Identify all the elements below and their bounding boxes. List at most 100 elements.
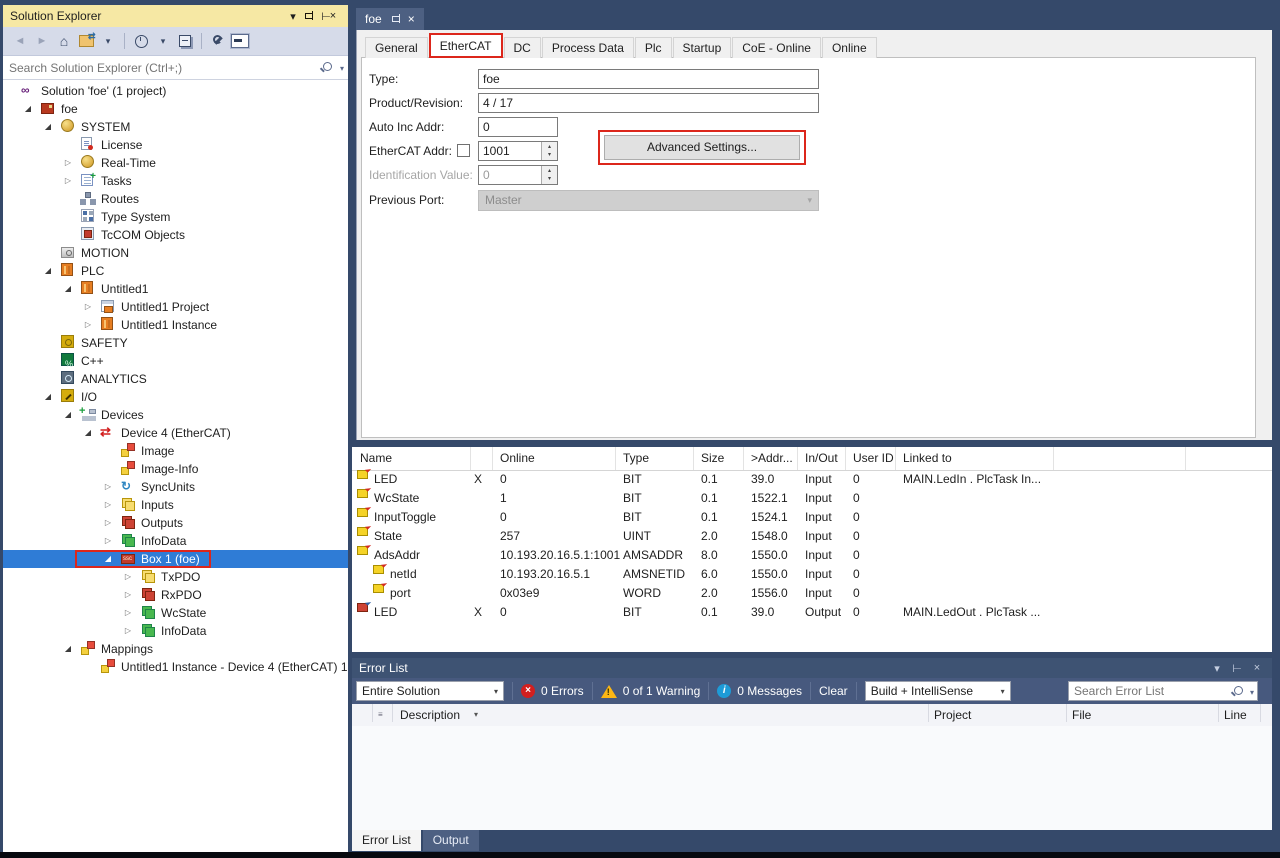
close-icon[interactable]: × [408, 12, 415, 26]
pin-icon[interactable]: ⊢ [305, 8, 321, 24]
home-icon[interactable]: ⌂ [54, 31, 74, 51]
tree-item-syncunits[interactable]: ▷SyncUnits [3, 478, 348, 496]
tab-general[interactable]: General [365, 37, 428, 58]
column-linked-to[interactable]: Linked to [903, 447, 952, 470]
tab-output[interactable]: Output [423, 830, 479, 851]
severity-filter-icon[interactable]: ≡ [378, 704, 383, 726]
column-separator[interactable] [895, 447, 896, 470]
expander-collapsed-icon[interactable]: ▷ [121, 604, 135, 622]
clear-button[interactable]: Clear [819, 684, 848, 698]
tree-item-plc[interactable]: ◢PLC [3, 262, 348, 280]
collapse-all-icon[interactable] [175, 31, 195, 51]
expander-expanded-icon[interactable]: ◢ [21, 100, 35, 118]
tab-online[interactable]: Online [822, 37, 877, 58]
auto-inc-addr-field[interactable] [478, 117, 558, 137]
variable-row-adsaddr[interactable]: AdsAddr10.193.20.16.5.1:1001AMSADDR8.015… [352, 546, 1272, 565]
expander-collapsed-icon[interactable]: ▷ [101, 514, 115, 532]
close-icon[interactable]: × [1249, 660, 1265, 676]
tab-error-list[interactable]: Error List [352, 830, 421, 851]
forward-icon[interactable]: ► [32, 31, 52, 51]
expander-expanded-icon[interactable]: ◢ [61, 640, 75, 658]
ethercat-addr-stepper[interactable]: 1001 ▴▾ [478, 141, 558, 161]
tab-coe-online[interactable]: CoE - Online [732, 37, 821, 58]
tree-item-tccom-objects[interactable]: TcCOM Objects [3, 226, 348, 244]
properties-wrench-icon[interactable] [208, 31, 228, 51]
column-size[interactable]: Size [701, 447, 724, 470]
tree-item-foe[interactable]: ◢foe [3, 100, 348, 118]
variable-row-netid[interactable]: netId10.193.20.16.5.1AMSNETID6.01550.0In… [352, 565, 1272, 584]
tree-item-i-o[interactable]: ◢I/O [3, 388, 348, 406]
column-separator[interactable] [1053, 447, 1054, 470]
expander-expanded-icon[interactable]: ◢ [61, 406, 75, 424]
tree-item-infodata[interactable]: ▷InfoData [3, 622, 348, 640]
expander-collapsed-icon[interactable]: ▷ [61, 154, 75, 172]
tree-item-box-1-foe[interactable]: ◢Box 1 (foe) [3, 550, 348, 568]
column-separator[interactable] [1185, 447, 1186, 470]
expander-expanded-icon[interactable]: ◢ [41, 388, 55, 406]
tree-item-untitled1-instance-device-4-ethercat-1[interactable]: Untitled1 Instance - Device 4 (EtherCAT)… [3, 658, 348, 676]
sync-with-active-document-icon[interactable] [76, 31, 96, 51]
column-name[interactable]: Name [360, 447, 392, 470]
tab-startup[interactable]: Startup [673, 37, 732, 58]
tree-item-system[interactable]: ◢SYSTEM [3, 118, 348, 136]
search-icon[interactable] [323, 62, 332, 71]
column-separator[interactable] [615, 447, 616, 470]
tree-item-device-4-ethercat[interactable]: ◢Device 4 (EtherCAT) [3, 424, 348, 442]
tree-item-outputs[interactable]: ▷Outputs [3, 514, 348, 532]
spinner-arrows-icon[interactable]: ▴▾ [541, 142, 557, 160]
tree-item-mappings[interactable]: ◢Mappings [3, 640, 348, 658]
variable-row-led[interactable]: LEDX0BIT0.139.0Output0MAIN.LedOut . PlcT… [352, 603, 1272, 622]
expander-expanded-icon[interactable]: ◢ [61, 280, 75, 298]
preview-selected-items-icon[interactable] [230, 31, 250, 51]
pin-icon[interactable] [391, 14, 401, 24]
tree-item-inputs[interactable]: ▷Inputs [3, 496, 348, 514]
tree-item-untitled1-instance[interactable]: ▷Untitled1 Instance [3, 316, 348, 334]
error-search-input[interactable] [1069, 682, 1257, 700]
search-input[interactable] [3, 56, 348, 79]
column-line[interactable]: Line [1224, 704, 1247, 726]
build-filter-dropdown[interactable]: Build + IntelliSense ▾ [865, 681, 1011, 701]
variable-row-led[interactable]: LEDX0BIT0.139.0Input0MAIN.LedIn . PlcTas… [352, 470, 1272, 489]
tab-dc[interactable]: DC [504, 37, 541, 58]
tree-item-infodata[interactable]: ▷InfoData [3, 532, 348, 550]
expander-collapsed-icon[interactable]: ▷ [121, 586, 135, 604]
back-icon[interactable]: ◄ [10, 31, 30, 51]
column-separator[interactable] [492, 447, 493, 470]
tree-item-safety[interactable]: SAFETY [3, 334, 348, 352]
document-tab-foe[interactable]: foe × [356, 8, 424, 30]
tree-item-routes[interactable]: Routes [3, 190, 348, 208]
dropdown-caret-icon[interactable]: ▾ [98, 31, 118, 51]
error-list-header-row[interactable]: ≡ Description ▾ Project File Line [352, 704, 1272, 727]
tree-item-tasks[interactable]: ▷Tasks [3, 172, 348, 190]
ethercat-addr-checkbox[interactable] [457, 144, 470, 157]
product-revision-field[interactable] [478, 93, 819, 113]
expander-expanded-icon[interactable]: ◢ [81, 424, 95, 442]
tree-item-type-system[interactable]: Type System [3, 208, 348, 226]
tree-item-untitled1-project[interactable]: ▷Untitled1 Project [3, 298, 348, 316]
tree-item-untitled1[interactable]: ◢Untitled1 [3, 280, 348, 298]
expander-collapsed-icon[interactable]: ▷ [81, 298, 95, 316]
variable-row-port[interactable]: port0x03e9WORD2.01556.0Input0 [352, 584, 1272, 603]
column-user-id[interactable]: User ID [853, 447, 894, 470]
messages-toggle[interactable]: i 0 Messages [717, 684, 802, 698]
pending-changes-clock-icon[interactable] [131, 31, 151, 51]
column-online[interactable]: Online [500, 447, 535, 470]
tab-ethercat[interactable]: EtherCAT [429, 33, 503, 58]
search-icon[interactable] [1234, 686, 1243, 695]
expander-expanded-icon[interactable]: ◢ [41, 118, 55, 136]
pin-icon[interactable]: ⊢ [1229, 660, 1245, 676]
column-file[interactable]: File [1072, 704, 1091, 726]
expander-collapsed-icon[interactable]: ▷ [61, 172, 75, 190]
variables-header-row[interactable]: NameOnlineTypeSize>Addr...In/OutUser IDL… [352, 447, 1272, 471]
error-list-titlebar[interactable]: Error List ▾ ⊢ × [352, 658, 1272, 678]
tree-item-image-info[interactable]: Image-Info [3, 460, 348, 478]
tree-item-license[interactable]: License [3, 136, 348, 154]
expander-collapsed-icon[interactable]: ▷ [81, 316, 95, 334]
search-caret-icon[interactable]: ▾ [1250, 688, 1254, 697]
solution-explorer-titlebar[interactable]: Solution Explorer ▾ ⊢ × [3, 5, 348, 27]
column-separator[interactable] [743, 447, 744, 470]
dropdown-caret-icon[interactable]: ▾ [153, 31, 173, 51]
expander-collapsed-icon[interactable]: ▷ [121, 568, 135, 586]
sort-caret-icon[interactable]: ▾ [474, 704, 478, 726]
tab-plc[interactable]: Plc [635, 37, 672, 58]
